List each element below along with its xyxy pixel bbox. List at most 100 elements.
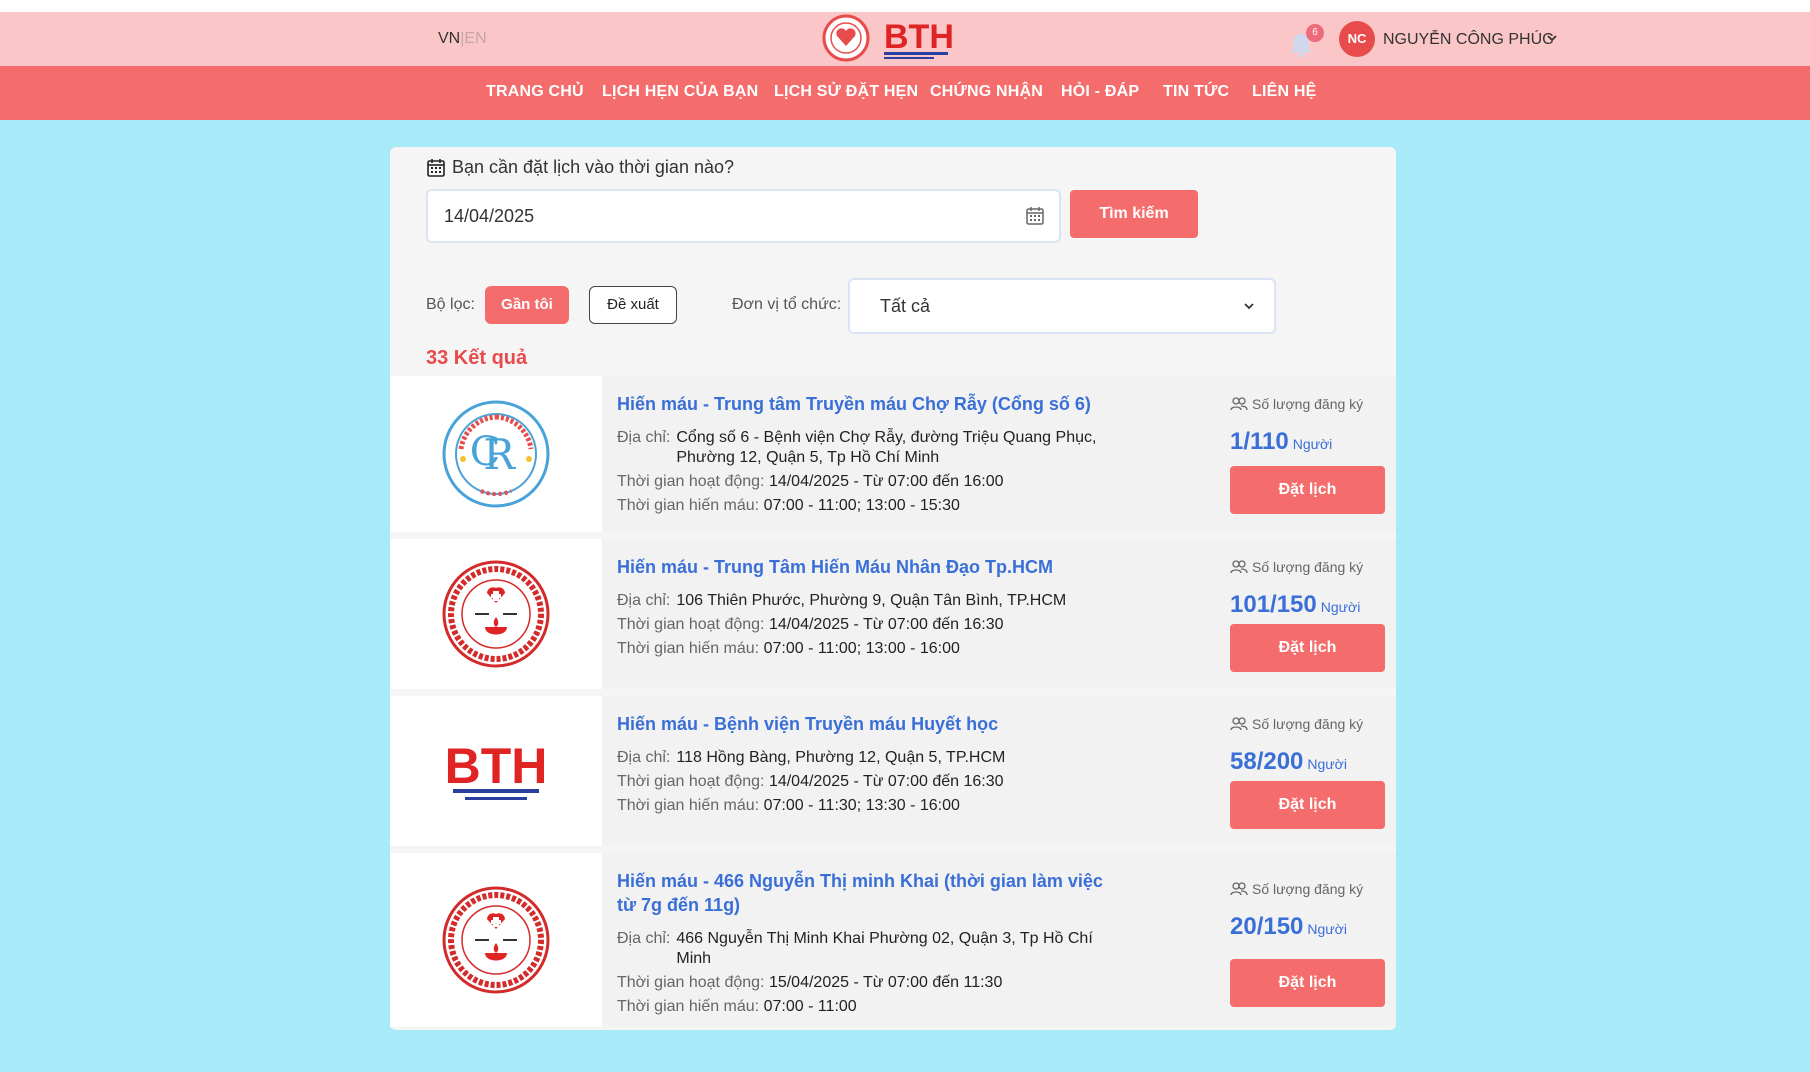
svg-text:C: C — [470, 429, 501, 475]
event-logo — [390, 539, 602, 689]
book-button[interactable]: Đặt lịch — [1230, 959, 1385, 1007]
chevron-down-icon[interactable] — [1545, 31, 1559, 45]
user-name[interactable]: NGUYỄN CÔNG PHÚC — [1383, 31, 1554, 49]
operating-time-label: Thời gian hoạt động: — [617, 473, 765, 490]
event-operating-time: 14/04/2025 - Từ 07:00 đến 16:30 — [768, 773, 1004, 790]
event-row: Hiến máu - Trung Tâm Hiến Máu Nhân Đạo T… — [390, 539, 1396, 689]
registered-label: Số lượng đăng ký — [1230, 559, 1390, 575]
operating-time-label: Thời gian hoạt động: — [617, 616, 765, 633]
event-address: 118 Hồng Bàng, Phường 12, Quận 5, TP.HCM — [676, 749, 1006, 766]
registered-count: 1/110 Người — [1230, 428, 1390, 456]
address-label: Địa chỉ: — [617, 592, 671, 609]
event-donation-time: 07:00 - 11:00; 13:00 - 16:00 — [763, 640, 960, 657]
operating-time-label: Thời gian hoạt động: — [617, 773, 765, 790]
lang-en[interactable]: EN — [464, 30, 486, 47]
registered-count-value: 101/150 — [1230, 591, 1317, 618]
event-details: Địa chỉ: 106 Thiên Phước, Phường 9, Quận … — [617, 591, 1117, 659]
users-icon — [1230, 717, 1248, 731]
organizer-label: Đơn vị tổ chức: — [732, 296, 842, 313]
address-label: Địa chỉ: — [617, 930, 671, 947]
registered-count: 58/200 Người — [1230, 748, 1390, 776]
nav-item-home[interactable]: TRANG CHỦ — [486, 83, 584, 101]
bth-logo-text: BTH — [445, 738, 548, 794]
event-address: 106 Thiên Phước, Phường 9, Quận Tân Bình… — [676, 592, 1067, 609]
event-title[interactable]: Hiến máu - 466 Nguyễn Thị minh Khai (thờ… — [617, 869, 1117, 917]
language-switcher: VN|EN — [438, 30, 487, 48]
users-icon — [1230, 882, 1248, 896]
registered-count-value: 20/150 — [1230, 913, 1304, 940]
date-field-value: 14/04/2025 — [444, 206, 535, 226]
book-button[interactable]: Đặt lịch — [1230, 781, 1385, 829]
filter-near-me-button[interactable]: Gần tôi — [485, 286, 569, 324]
avatar[interactable]: NC — [1339, 21, 1375, 57]
registered-count-value: 58/200 — [1230, 748, 1304, 775]
event-logo — [390, 853, 602, 1027]
nav-item-news[interactable]: TIN TỨC — [1163, 83, 1229, 101]
donation-time-label: Thời gian hiến máu: — [617, 497, 760, 514]
registered-label-text: Số lượng đăng ký — [1252, 881, 1364, 897]
registered-count: 101/150 Người — [1230, 591, 1390, 619]
event-logo: R C — [390, 376, 602, 532]
calendar-picker-icon[interactable] — [1025, 206, 1045, 226]
event-details: Địa chỉ: 118 Hồng Bàng, Phường 12, Quận 5… — [617, 748, 1117, 816]
cho-ray-logo: R C — [442, 400, 550, 508]
filter-suggested-button[interactable]: Đề xuất — [589, 286, 677, 324]
event-donation-time: 07:00 - 11:30; 13:30 - 16:00 — [763, 797, 960, 814]
event-donation-time: 07:00 - 11:00; 13:00 - 15:30 — [763, 497, 960, 514]
users-icon — [1230, 560, 1248, 574]
site-logo-image: BTH — [822, 14, 954, 62]
booking-panel: Bạn cần đặt lịch vào thời gian nào? 14/0… — [390, 147, 1396, 1030]
address-label: Địa chỉ: — [617, 429, 671, 446]
date-question: Bạn cần đặt lịch vào thời gian nào? — [426, 157, 734, 178]
event-address: 466 Nguyễn Thị Minh Khai Phường 02, Quận… — [676, 930, 1093, 967]
registered-count-value: 1/110 — [1230, 428, 1289, 455]
donation-time-label: Thời gian hiến máu: — [617, 640, 760, 657]
event-operating-time: 14/04/2025 - Từ 07:00 đến 16:00 — [768, 473, 1004, 490]
people-unit: Người — [1292, 436, 1333, 452]
book-button[interactable]: Đặt lịch — [1230, 466, 1385, 514]
organizer-select[interactable]: Tất cả — [848, 278, 1276, 334]
red-cross-logo — [442, 560, 550, 668]
nav-item-booking-history[interactable]: LỊCH SỬ ĐẶT HẸN — [774, 83, 918, 101]
chevron-down-icon — [1244, 303, 1254, 310]
registered-label-text: Số lượng đăng ký — [1252, 716, 1364, 732]
event-row: R C Hiến máu - Trung tâm Truyền máu Chợ … — [390, 376, 1396, 532]
event-details: Địa chỉ: 466 Nguyễn Thị Minh Khai Phường … — [617, 929, 1117, 1017]
event-operating-time: 14/04/2025 - Từ 07:00 đến 16:30 — [768, 616, 1004, 633]
bth-logo: BTH — [445, 738, 548, 800]
lang-vn[interactable]: VN — [438, 30, 460, 47]
registered-label: Số lượng đăng ký — [1230, 716, 1390, 732]
top-strip — [0, 0, 1810, 12]
people-unit: Người — [1307, 756, 1347, 772]
book-button[interactable]: Đặt lịch — [1230, 624, 1385, 672]
top-header: VN|EN BTH 6 NC NGUYỄN CÔNG PHÚC — [0, 12, 1810, 66]
address-label: Địa chỉ: — [617, 749, 671, 766]
users-icon — [1230, 397, 1248, 411]
nav-item-faq[interactable]: HỎI - ĐÁP — [1061, 83, 1139, 101]
event-row: Hiến máu - 466 Nguyễn Thị minh Khai (thờ… — [390, 853, 1396, 1027]
registered-label-text: Số lượng đăng ký — [1252, 396, 1364, 412]
event-address: Cổng số 6 - Bệnh viện Chợ Rẫy, đường Tri… — [676, 429, 1097, 466]
search-button[interactable]: Tìm kiếm — [1070, 190, 1198, 238]
event-title[interactable]: Hiến máu - Trung tâm Truyền máu Chợ Rẫy … — [617, 392, 1117, 416]
event-operating-time: 15/04/2025 - Từ 07:00 đến 11:30 — [768, 974, 1003, 991]
registered-label-text: Số lượng đăng ký — [1252, 559, 1364, 575]
registered-label: Số lượng đăng ký — [1230, 881, 1390, 897]
people-unit: Người — [1307, 921, 1347, 937]
nav-item-your-appointments[interactable]: LỊCH HẸN CỦA BẠN — [602, 83, 758, 101]
red-cross-logo — [442, 886, 550, 994]
registered-count: 20/150 Người — [1230, 913, 1390, 941]
nav-item-certificates[interactable]: CHỨNG NHẬN — [930, 83, 1043, 101]
main-nav: TRANG CHỦ LỊCH HẸN CỦA BẠN LỊCH SỬ ĐẶT H… — [0, 66, 1810, 120]
event-title[interactable]: Hiến máu - Bệnh viện Truyền máu Huyết họ… — [617, 712, 1117, 736]
event-title[interactable]: Hiến máu - Trung Tâm Hiến Máu Nhân Đạo T… — [617, 555, 1117, 579]
filter-label: Bộ lọc: — [426, 296, 475, 313]
event-logo: BTH — [390, 696, 602, 846]
notification-bell[interactable]: 6 — [1286, 24, 1324, 58]
registration-info: Số lượng đăng ký 1/110 Người — [1230, 396, 1390, 456]
organizer-select-value: Tất cả — [880, 296, 931, 316]
date-field[interactable]: 14/04/2025 — [426, 189, 1061, 243]
site-logo[interactable]: BTH — [822, 14, 954, 64]
event-row: BTH Hiến máu - Bệnh viện Truyền máu Huyế… — [390, 696, 1396, 846]
nav-item-contact[interactable]: LIÊN HỆ — [1252, 83, 1317, 101]
